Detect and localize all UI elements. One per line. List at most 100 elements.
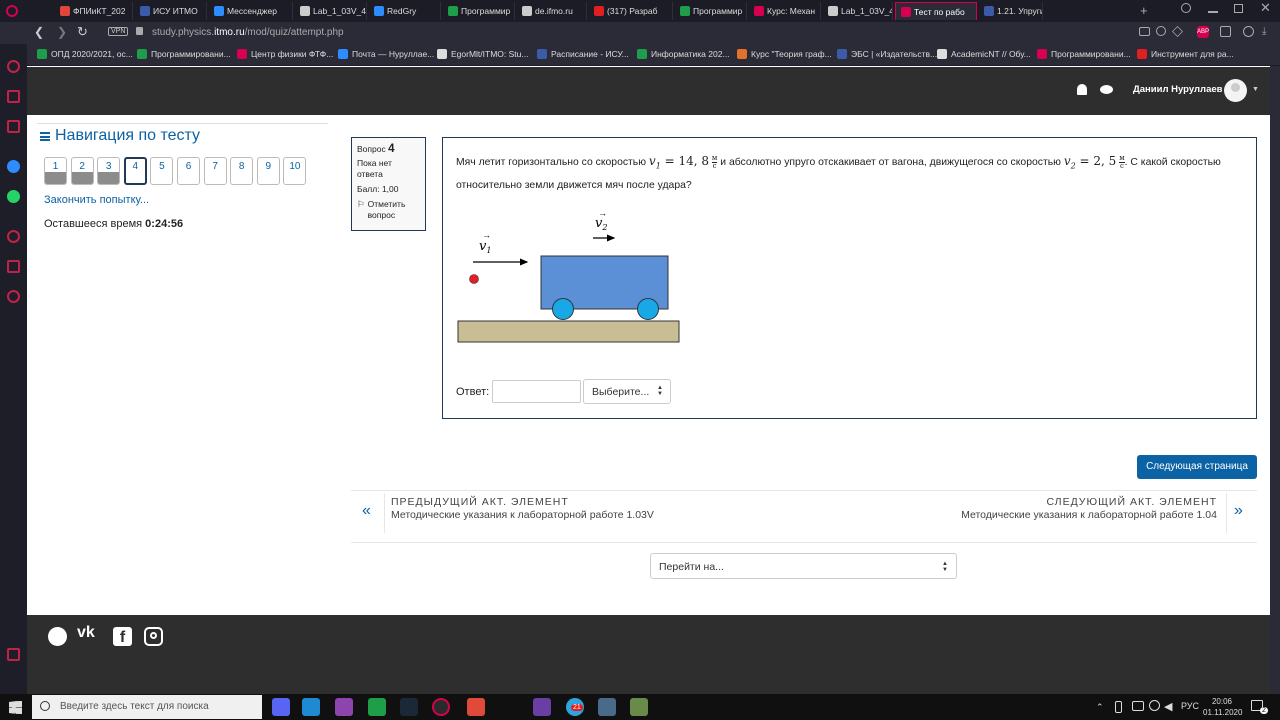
browser-tab[interactable]: Lab_1_03V_4( [823, 2, 893, 20]
forward-icon[interactable]: ❯ [57, 25, 67, 39]
facebook-icon[interactable]: f [113, 627, 132, 646]
bookmarks-sidebar-icon[interactable] [7, 90, 20, 103]
file-explorer-icon[interactable] [598, 698, 616, 716]
user-name[interactable]: Даниил Нуруллаев [1133, 84, 1222, 95]
language-indicator[interactable]: РУС [1181, 701, 1199, 711]
minimize-icon[interactable] [1208, 5, 1218, 13]
search-tabs-icon[interactable] [1181, 3, 1191, 13]
back-icon[interactable]: ❮ [34, 25, 44, 39]
question-nav-button[interactable]: 8 [230, 157, 254, 185]
tray-chevron-icon[interactable]: ⌃ [1096, 702, 1104, 713]
opera-taskbar-icon[interactable] [432, 698, 450, 716]
clock[interactable]: 20:06 01.11.2020 [1203, 696, 1242, 718]
browser-tab[interactable]: ФПИиКТ_202 [55, 2, 133, 20]
reload-icon[interactable]: ↻ [77, 24, 88, 40]
settings-icon[interactable] [1156, 26, 1166, 36]
wifi-icon[interactable] [1149, 700, 1160, 711]
bookmark-item[interactable]: Инструмент для ра... [1137, 49, 1234, 59]
extensions-sidebar-icon[interactable] [7, 260, 20, 273]
question-nav-button[interactable]: 6 [177, 157, 200, 185]
bookmark-item[interactable]: ЭБС | «Издательств... [837, 49, 937, 59]
messenger-icon[interactable] [7, 160, 20, 173]
windows-start-icon[interactable] [9, 701, 22, 714]
battery-icon[interactable] [1115, 701, 1122, 713]
browser-tab[interactable]: Курс: Механ [749, 2, 821, 20]
visual-studio-icon[interactable] [335, 698, 353, 716]
instagram-icon[interactable] [144, 627, 163, 646]
menu-icon[interactable] [40, 132, 50, 141]
bookmark-item[interactable]: Расписание - ИСУ... [537, 49, 629, 59]
browser-tab[interactable]: Тест по рабо [895, 2, 977, 20]
twitch-icon[interactable] [7, 120, 20, 133]
taskbar-search[interactable]: Введите здесь текст для поиска [32, 695, 262, 719]
rider-icon[interactable] [533, 698, 551, 716]
bookmark-item[interactable]: Почта — Нуруллае... [338, 49, 434, 59]
browser-tab[interactable]: (317) Разраб [589, 2, 673, 20]
history-icon[interactable] [7, 230, 20, 243]
flow-icon[interactable] [1172, 26, 1183, 37]
snapshot-icon[interactable] [1139, 27, 1150, 36]
chevron-down-icon[interactable]: ▼ [1252, 86, 1259, 93]
question-nav-button[interactable]: 10 [283, 157, 307, 185]
jump-to-select[interactable]: Перейти на... ▲ ▼ [650, 553, 957, 579]
browser-tab[interactable]: Мессенджер [209, 2, 293, 20]
browser-tab[interactable]: ИСУ ИТМО [135, 2, 207, 20]
bookmark-item[interactable]: Программировани... [1037, 49, 1131, 59]
account-icon[interactable] [1243, 26, 1254, 37]
flag-question[interactable]: ⚐ Отметить вопрос [357, 199, 420, 221]
prev-activity-link[interactable]: Методические указания к лабораторной раб… [391, 509, 654, 521]
bookmark-item[interactable]: AcademicNT // Обу... [937, 49, 1031, 59]
next-page-button[interactable]: Следующая страница [1137, 455, 1257, 479]
app-icon[interactable] [630, 698, 648, 716]
bell-icon[interactable] [1077, 84, 1087, 95]
sidebar-menu-icon[interactable] [7, 648, 20, 661]
network-icon[interactable] [1132, 701, 1144, 711]
question-nav-button[interactable]: 7 [203, 157, 227, 185]
bookmark-item[interactable]: Курс "Теория граф... [737, 49, 832, 59]
question-nav-button[interactable]: 9 [256, 157, 280, 185]
bookmark-item[interactable]: ОПД 2020/2021, ос... [37, 49, 133, 59]
new-tab-icon[interactable]: + [1140, 3, 1148, 18]
globe-icon[interactable] [48, 627, 67, 646]
settings-sidebar-icon[interactable] [7, 290, 20, 303]
lock-icon[interactable] [136, 27, 143, 35]
steam-icon[interactable] [400, 698, 418, 716]
prev-arrow-icon[interactable]: « [362, 502, 371, 520]
browser-tab[interactable]: Программир [443, 2, 515, 20]
volume-icon[interactable]: ◀ [1164, 700, 1172, 713]
bookmark-item[interactable]: Информатика 202... [637, 49, 730, 59]
chat-icon[interactable] [1100, 85, 1113, 94]
maximize-icon[interactable] [1234, 4, 1243, 13]
close-window-icon[interactable]: ✕ [1260, 0, 1271, 16]
browser-tab[interactable]: 1.21. Упругие [979, 2, 1043, 20]
vk-icon[interactable]: vk [77, 624, 95, 642]
bookmark-item[interactable]: Центр физики ФТФ... [237, 49, 333, 59]
vpn-badge[interactable]: VPN [108, 27, 129, 36]
browser-tab[interactable]: Lab_1_03V_4( [295, 2, 367, 20]
browser-tab[interactable]: Программир [675, 2, 747, 20]
next-arrow-icon[interactable]: » [1234, 502, 1243, 520]
unit-select[interactable]: Выберите... ▲ ▼ [583, 379, 671, 404]
opera-logo-icon[interactable] [6, 5, 18, 17]
pycharm-icon[interactable] [368, 698, 386, 716]
url-field[interactable]: study.physics.itmo.ru/mod/quiz/attempt.p… [152, 27, 344, 38]
finish-attempt-link[interactable]: Закончить попытку... [44, 194, 149, 206]
intellij-icon[interactable] [467, 698, 485, 716]
bookmark-item[interactable]: EgorMlt/ITMO: Stu... [437, 49, 528, 59]
browser-tab[interactable]: de.ifmo.ru [517, 2, 587, 20]
question-nav-button[interactable]: 2 [70, 157, 94, 185]
next-activity-link[interactable]: Методические указания к лабораторной раб… [900, 509, 1217, 521]
discord-icon[interactable] [272, 698, 290, 716]
page-scrollbar[interactable] [1270, 66, 1280, 694]
avatar[interactable] [1224, 79, 1247, 102]
adblock-icon[interactable]: ABP [1197, 26, 1209, 38]
question-nav-button[interactable]: 1 [44, 157, 67, 185]
download-icon[interactable]: ⤓ [1262, 26, 1266, 37]
browser-tab[interactable]: RedGry [369, 2, 441, 20]
question-nav-button[interactable]: 3 [97, 157, 121, 185]
question-nav-button[interactable]: 5 [150, 157, 174, 185]
bookmark-item[interactable]: Программировани... [137, 49, 231, 59]
answer-input[interactable] [492, 380, 581, 403]
extensions-icon[interactable] [1220, 26, 1231, 37]
speed-dial-icon[interactable] [7, 60, 20, 73]
